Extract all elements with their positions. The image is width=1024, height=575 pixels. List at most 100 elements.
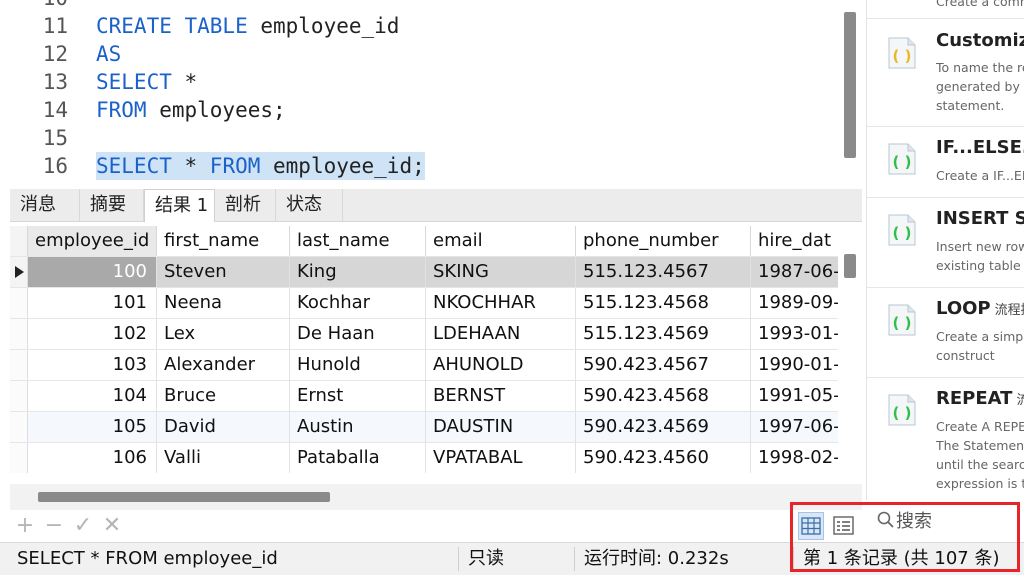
code-line[interactable]: 13 SELECT * [0, 68, 866, 96]
table-cell[interactable]: 1997-06- [751, 412, 838, 442]
table-cell[interactable]: Ernst [290, 381, 426, 411]
row-selector[interactable] [10, 381, 28, 411]
tab-4[interactable]: 剖析 [215, 189, 276, 221]
snippet-item[interactable]: ( ) IF...ELSE... Create a IF...EL [867, 126, 1024, 198]
add-record-button[interactable]: + [14, 512, 36, 540]
delete-record-button[interactable]: − [43, 512, 65, 540]
row-selector[interactable] [10, 443, 28, 473]
grid-horizontal-scrollbar[interactable] [38, 492, 330, 502]
table-cell[interactable]: Bruce [157, 381, 290, 411]
table-row[interactable]: 102 Lex De Haan LDEHAAN 515.123.4569 1993-01- [10, 318, 838, 349]
sql-editor[interactable]: 10 11 CREATE TABLE employee_id 12 AS 13 SELECT… [0, 0, 866, 186]
column-header[interactable]: hire_dat [751, 226, 838, 256]
table-cell[interactable]: 1993-01- [751, 319, 838, 349]
form-view-button[interactable] [831, 512, 857, 540]
table-cell[interactable]: 1991-05- [751, 381, 838, 411]
sql-keyword: FROM [96, 98, 147, 122]
table-cell[interactable]: 106 [28, 443, 157, 473]
column-header[interactable]: phone_number [576, 226, 751, 256]
code-line[interactable]: 15 [0, 124, 866, 152]
table-row[interactable]: 101 Neena Kochhar NKOCHHAR 515.123.4568 1989-… [10, 287, 838, 318]
table-cell[interactable]: 590.423.4567 [576, 350, 751, 380]
apply-changes-button[interactable]: ✓ [72, 512, 94, 540]
column-header[interactable]: email [426, 226, 576, 256]
table-cell[interactable]: BERNST [426, 381, 576, 411]
snippet-description: statement. [936, 98, 1005, 113]
table-cell[interactable]: Valli [157, 443, 290, 473]
table-cell[interactable]: Austin [290, 412, 426, 442]
code-line[interactable]: 10 [0, 0, 866, 12]
table-cell[interactable]: AHUNOLD [426, 350, 576, 380]
table-cell[interactable]: 515.123.4568 [576, 288, 751, 318]
row-selector[interactable] [10, 412, 28, 442]
table-row[interactable]: 104 Bruce Ernst BERNST 590.423.4568 1991-05- [10, 380, 838, 411]
row-selector[interactable] [10, 319, 28, 349]
table-cell[interactable]: 1989-09- [751, 288, 838, 318]
code-line[interactable]: 16 SELECT * FROM employee_id; [0, 152, 866, 180]
table-cell[interactable]: 100 [28, 257, 157, 287]
column-header[interactable]: first_name [157, 226, 290, 256]
snippet-item[interactable]: ( ) INSERT Sy Insert new row existing table [867, 197, 1024, 288]
row-selector[interactable] [10, 350, 28, 380]
table-row[interactable]: 103 Alexander Hunold AHUNOLD 590.423.4567 199… [10, 349, 838, 380]
grid-view-button[interactable] [798, 512, 824, 540]
table-cell[interactable]: King [290, 257, 426, 287]
row-selector[interactable] [10, 288, 28, 318]
table-cell[interactable]: 1987-06- [751, 257, 838, 287]
sql-keyword: SELECT [96, 70, 172, 94]
table-cell[interactable]: 515.123.4569 [576, 319, 751, 349]
snippet-code-icon: ( ) [887, 303, 917, 337]
table-cell[interactable]: LDEHAAN [426, 319, 576, 349]
snippet-item[interactable]: ( ) REPEAT流 Create A REPEA The Statement unt… [867, 377, 1024, 500]
table-cell[interactable]: NKOCHHAR [426, 288, 576, 318]
snippet-item[interactable]: ( ) LOOP流程控 Create a simple construct [867, 287, 1024, 378]
table-cell[interactable]: 515.123.4567 [576, 257, 751, 287]
table-cell[interactable]: Alexander [157, 350, 290, 380]
code-line[interactable]: 11 CREATE TABLE employee_id [0, 12, 866, 40]
discard-changes-button[interactable]: ✕ [101, 512, 123, 540]
table-cell[interactable]: 590.423.4568 [576, 381, 751, 411]
tab-5[interactable]: 状态 [276, 189, 343, 221]
code-line[interactable]: 12 AS [0, 40, 866, 68]
table-cell[interactable]: Neena [157, 288, 290, 318]
table-cell[interactable]: 101 [28, 288, 157, 318]
table-cell[interactable]: Lex [157, 319, 290, 349]
table-cell[interactable]: David [157, 412, 290, 442]
table-cell[interactable]: VPATABAL [426, 443, 576, 473]
snippet-item[interactable]: Create a comm [867, 0, 1024, 19]
tab-2[interactable]: 摘要 [80, 189, 144, 221]
table-cell[interactable]: Steven [157, 257, 290, 287]
table-cell[interactable]: Pataballa [290, 443, 426, 473]
table-cell[interactable]: 104 [28, 381, 157, 411]
table-cell[interactable]: SKING [426, 257, 576, 287]
code-line[interactable]: 14 FROM employees; [0, 96, 866, 124]
table-cell[interactable]: 103 [28, 350, 157, 380]
table-cell[interactable]: 1990-01- [751, 350, 838, 380]
result-grid[interactable]: employee_id first_name last_name email phone… [10, 226, 838, 474]
row-selector[interactable] [10, 257, 28, 287]
table-cell[interactable]: Hunold [290, 350, 426, 380]
sql-token: employee_id; [260, 154, 425, 178]
editor-vertical-scrollbar[interactable] [844, 12, 856, 158]
tab-3[interactable]: 结果 1 [144, 189, 215, 222]
line-number: 10 [0, 0, 68, 12]
column-header[interactable]: last_name [290, 226, 426, 256]
table-cell[interactable]: De Haan [290, 319, 426, 349]
search-button[interactable]: 搜索 [876, 508, 932, 536]
column-header[interactable]: employee_id [28, 226, 157, 256]
snippet-category: 流 [1016, 393, 1024, 408]
table-cell[interactable]: 1998-02- [751, 443, 838, 473]
table-row[interactable]: 106 Valli Pataballa VPATABAL 590.423.4560 199… [10, 442, 838, 473]
table-cell[interactable]: 590.423.4569 [576, 412, 751, 442]
table-cell[interactable]: DAUSTIN [426, 412, 576, 442]
table-cell[interactable]: Kochhar [290, 288, 426, 318]
table-cell[interactable]: 105 [28, 412, 157, 442]
table-cell[interactable]: 102 [28, 319, 157, 349]
table-cell[interactable]: 590.423.4560 [576, 443, 751, 473]
snippet-item[interactable]: ( ) Customize To name the re generated by e… [867, 18, 1024, 127]
table-row[interactable]: 105 David Austin DAUSTIN 590.423.4569 1997-06… [10, 411, 838, 442]
grid-vertical-scrollbar[interactable] [844, 254, 856, 278]
tab-1[interactable]: 消息 [10, 189, 80, 221]
table-row[interactable]: 100 Steven King SKING 515.123.4567 1987-06- [10, 256, 838, 287]
record-toolbar: + − ✓ ✕ [10, 512, 862, 542]
